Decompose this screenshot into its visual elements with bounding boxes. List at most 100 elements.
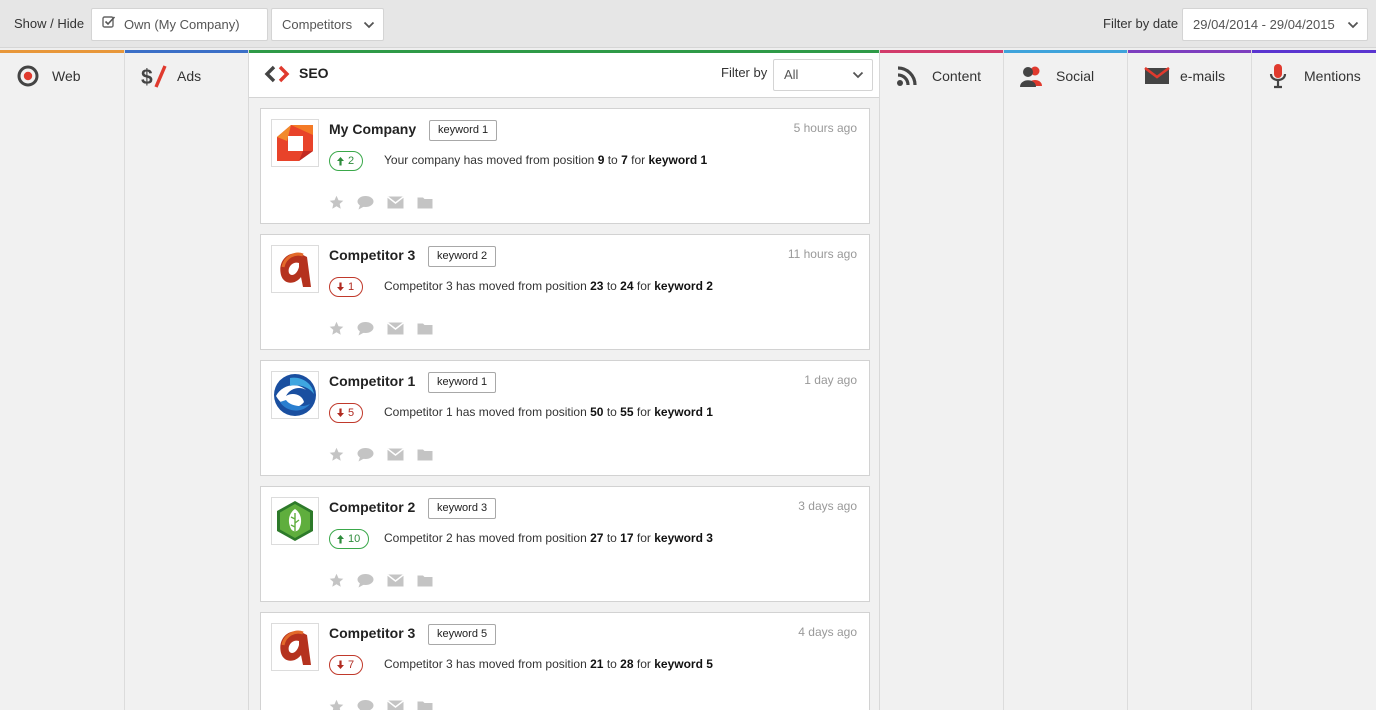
position-change-value: 2 — [348, 155, 355, 167]
position-change-badge: 1 — [329, 277, 364, 297]
seo-feed-card[interactable]: Competitor 3 keyword 2 11 hours ago 1 Compet… — [260, 234, 870, 350]
seo-column: SEO Filter by All My Company keyword 1 5 h… — [248, 50, 880, 710]
arrow-up-icon — [337, 535, 344, 544]
from-position: 9 — [597, 153, 605, 167]
comment-icon[interactable] — [357, 699, 374, 710]
filter-by-label: Filter by — [721, 65, 768, 80]
star-icon[interactable] — [329, 573, 344, 593]
ads-column-header[interactable]: $ Ads — [125, 53, 248, 98]
filter-by-date-label: Filter by date — [1103, 16, 1179, 31]
svg-text:$: $ — [141, 66, 153, 88]
mentions-column-label: Mentions — [1304, 67, 1361, 84]
star-icon[interactable] — [329, 321, 344, 341]
comment-icon[interactable] — [357, 447, 374, 467]
keyword-tag[interactable]: keyword 2 — [428, 246, 497, 267]
keyword-tag[interactable]: keyword 1 — [428, 372, 497, 393]
message-keyword: keyword 1 — [648, 153, 708, 167]
position-change-message: Competitor 3 has moved from position 23 … — [384, 279, 713, 293]
to-position: 7 — [621, 153, 628, 167]
own-company-label: Own (My Company) — [124, 17, 240, 32]
mentions-column-header[interactable]: Mentions — [1252, 53, 1376, 98]
content-column-header[interactable]: Content — [880, 53, 1003, 98]
ads-column-label: Ads — [177, 67, 202, 84]
position-change-value: 10 — [348, 533, 361, 545]
comment-icon[interactable] — [357, 573, 374, 593]
folder-icon[interactable] — [417, 448, 433, 466]
top-toolbar: Show / Hide Own (My Company) Competitors… — [0, 0, 1376, 48]
mail-icon[interactable] — [387, 574, 404, 592]
emails-column: e-mails — [1128, 50, 1252, 710]
to-position: 55 — [620, 405, 634, 419]
social-column-header[interactable]: Social — [1004, 53, 1127, 98]
message-text: Competitor 3 has moved from position — [384, 279, 587, 293]
emails-column-header[interactable]: e-mails — [1128, 53, 1251, 98]
folder-icon[interactable] — [417, 196, 433, 214]
from-position: 27 — [590, 531, 604, 545]
mail-icon[interactable] — [387, 322, 404, 340]
own-company-toggle[interactable]: Own (My Company) — [91, 8, 268, 41]
checkbox-checked-icon — [102, 9, 116, 40]
keyword-tag[interactable]: keyword 5 — [428, 624, 497, 645]
position-change-message: Competitor 3 has moved from position 21 … — [384, 657, 713, 671]
position-change-message: Competitor 2 has moved from position 27 … — [384, 531, 713, 545]
competitors-label: Competitors — [282, 17, 353, 32]
to-position: 28 — [620, 657, 634, 671]
mentions-column: Mentions — [1252, 50, 1376, 710]
message-for-word: for — [636, 405, 651, 419]
comment-icon[interactable] — [357, 321, 374, 341]
message-keyword: keyword 2 — [654, 279, 713, 293]
folder-icon[interactable] — [417, 700, 433, 710]
timestamp: 3 days ago — [798, 499, 857, 513]
competitors-dropdown[interactable]: Competitors — [271, 8, 384, 41]
ads-column: $ Ads — [125, 50, 249, 710]
keyword-tag[interactable]: keyword 1 — [429, 120, 498, 141]
card-actions — [329, 573, 433, 593]
microphone-icon — [1268, 63, 1294, 88]
competitor1-logo — [271, 371, 319, 419]
position-change-badge: 7 — [329, 655, 364, 675]
position-change-badge: 2 — [329, 151, 364, 171]
timestamp: 11 hours ago — [787, 247, 857, 261]
star-icon[interactable] — [329, 447, 344, 467]
web-column: Web — [0, 50, 125, 710]
card-actions — [329, 699, 433, 710]
mail-icon[interactable] — [387, 196, 404, 214]
arrow-up-icon — [337, 157, 344, 166]
mail-icon[interactable] — [387, 700, 404, 710]
seo-feed-card[interactable]: Competitor 2 keyword 3 3 days ago 10 Competi… — [260, 486, 870, 602]
web-column-header[interactable]: Web — [0, 53, 124, 98]
chevron-down-icon — [1347, 9, 1359, 40]
competitor2-logo — [271, 497, 319, 545]
timestamp: 5 hours ago — [793, 121, 857, 135]
comment-icon[interactable] — [357, 195, 374, 215]
message-text: Competitor 1 has moved from position — [384, 405, 587, 419]
message-to-word: to — [606, 657, 617, 671]
message-text: Your company has moved from position — [384, 153, 595, 167]
message-for-word: for — [636, 279, 651, 293]
competitor3-logo — [271, 245, 319, 293]
to-position: 24 — [620, 279, 634, 293]
timestamp: 4 days ago — [798, 625, 857, 639]
keyword-tag[interactable]: keyword 3 — [428, 498, 497, 519]
folder-icon[interactable] — [417, 322, 433, 340]
web-column-label: Web — [52, 67, 81, 84]
mail-icon[interactable] — [387, 448, 404, 466]
star-icon[interactable] — [329, 699, 344, 710]
star-icon[interactable] — [329, 195, 344, 215]
timestamp: 1 day ago — [804, 373, 857, 387]
position-change-value: 7 — [348, 659, 355, 671]
seo-feed-card[interactable]: Competitor 3 keyword 5 4 days ago 7 Competit… — [260, 612, 870, 710]
to-position: 17 — [620, 531, 634, 545]
show-hide-label: Show / Hide — [14, 16, 85, 31]
seo-feed-card[interactable]: Competitor 1 keyword 1 1 day ago 5 Competito… — [260, 360, 870, 476]
from-position: 23 — [590, 279, 604, 293]
seo-filter-value: All — [784, 67, 799, 82]
social-column: Social — [1004, 50, 1128, 710]
folder-icon[interactable] — [417, 574, 433, 592]
company-name: Competitor 1 — [329, 373, 416, 389]
message-for-word: for — [636, 657, 651, 671]
seo-feed-card[interactable]: My Company keyword 1 5 hours ago 2 Your comp… — [260, 108, 870, 224]
date-range-picker[interactable]: 29/04/2014 - 29/04/2015 — [1182, 8, 1368, 41]
company-name: My Company — [329, 121, 417, 137]
seo-filter-dropdown[interactable]: All — [773, 59, 873, 91]
